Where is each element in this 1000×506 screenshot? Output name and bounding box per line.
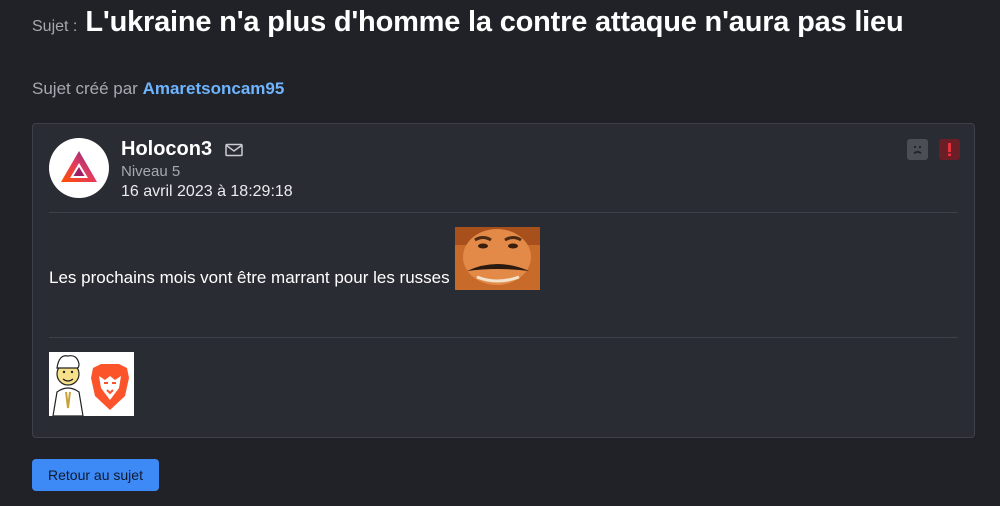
forum-message-page: Sujet : L'ukraine n'a plus d'homme la co…: [0, 0, 1000, 506]
report-message-button[interactable]: [939, 139, 960, 160]
topic-title: L'ukraine n'a plus d'homme la contre att…: [85, 6, 904, 38]
mail-icon[interactable]: [225, 143, 243, 157]
topic-header: Sujet : L'ukraine n'a plus d'homme la co…: [32, 6, 904, 39]
ignore-user-button[interactable]: [907, 139, 928, 160]
header-divider: [49, 212, 958, 213]
signature-divider: [49, 337, 958, 338]
created-by-label: Sujet créé par: [32, 79, 138, 98]
message-actions: [896, 139, 960, 160]
message-text: Les prochains mois vont être marrant pou…: [49, 268, 450, 287]
topic-author-link[interactable]: Amaretsoncam95: [143, 79, 285, 98]
author-block: Holocon3 Niveau 5 16 avril 2023 à 18:29:…: [121, 138, 293, 201]
back-to-topic-button[interactable]: Retour au sujet: [32, 459, 159, 491]
risitas-sticker-image: [454, 227, 540, 290]
brave-bat-logo-icon: [61, 151, 97, 182]
author-level: Niveau 5: [121, 163, 181, 180]
signature-image: [49, 352, 134, 416]
topic-created-by: Sujet créé par Amaretsoncam95: [32, 79, 284, 99]
topic-prefix: Sujet :: [32, 18, 78, 35]
message-body: Les prochains mois vont être marrant pou…: [49, 227, 540, 290]
post-date-link[interactable]: 16 avril 2023 à 18:29:18: [121, 183, 293, 201]
sad-face-icon: [913, 146, 922, 155]
author-row: Holocon3: [121, 138, 293, 161]
message-card: Holocon3 Niveau 5 16 avril 2023 à 18:29:…: [32, 123, 975, 438]
author-name[interactable]: Holocon3: [121, 138, 212, 161]
exclamation-icon: [948, 143, 951, 156]
author-avatar[interactable]: [49, 138, 109, 198]
